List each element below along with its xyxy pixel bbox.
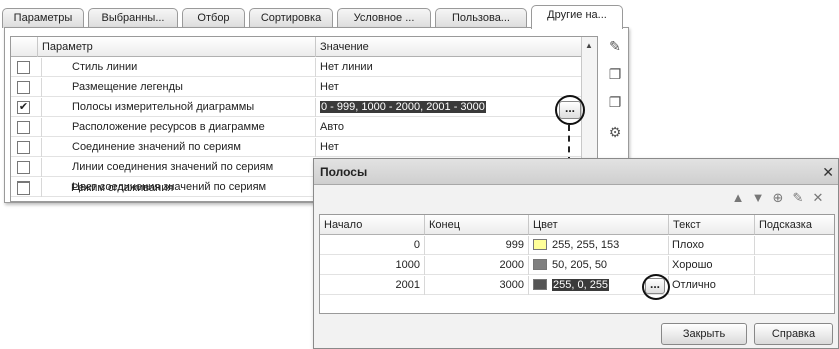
cell-text[interactable]: Плохо — [669, 236, 755, 255]
color-swatch — [533, 239, 547, 250]
cell-text[interactable]: Отлично — [669, 276, 755, 295]
param-value[interactable]: 0 - 999, 1000 - 2000, 2001 - 3000 — [315, 98, 581, 117]
row-checkbox[interactable] — [17, 121, 30, 134]
cell-end[interactable]: 3000 — [425, 276, 529, 295]
highlight-circle — [642, 274, 670, 300]
param-name: Размещение легенды — [41, 78, 315, 97]
selected-value-text: 0 - 999, 1000 - 2000, 2001 - 3000 — [320, 101, 486, 113]
close-button[interactable]: Закрыть — [661, 323, 747, 345]
settings-tabs: Параметры Выбранны... Отбор Сортировка У… — [0, 4, 640, 29]
tab-parameters[interactable]: Параметры — [2, 8, 84, 28]
move-up-icon[interactable]: ▲ — [728, 190, 748, 205]
column-text[interactable]: Текст — [669, 215, 755, 235]
row-checkbox[interactable] — [17, 182, 30, 195]
cell-text[interactable]: Хорошо — [669, 256, 755, 275]
grid-header: Параметр Значение — [11, 37, 597, 57]
param-value[interactable]: Нет линии — [315, 58, 581, 77]
row-checkbox[interactable]: ✔ — [17, 101, 30, 114]
color-swatch — [533, 259, 547, 270]
bands-dialog: Полосы ✕ ▲ ▼ ⊕ ✎ ✕ Начало Конец Цвет Текст П… — [313, 158, 839, 349]
table-row[interactable]: ✔ Полосы измерительной диаграммы 0 - 999… — [11, 98, 581, 117]
table-row[interactable]: Режим сглаживания — [11, 178, 311, 198]
pencil-icon[interactable]: ✎ — [788, 190, 808, 206]
bands-grid: Начало Конец Цвет Текст Подсказка 0 999 … — [319, 214, 835, 314]
dialog-titlebar: Полосы ✕ — [314, 159, 838, 185]
table-row[interactable]: Расположение ресурсов в диаграмме Авто — [11, 118, 581, 137]
table-row[interactable]: Стиль линии Нет линии — [11, 58, 581, 77]
param-value[interactable]: Авто — [315, 118, 581, 137]
scroll-up-icon[interactable]: ▲ — [585, 41, 593, 50]
cell-hint[interactable] — [755, 236, 834, 255]
row-checkbox[interactable] — [17, 81, 30, 94]
color-swatch — [533, 279, 547, 290]
column-parameter[interactable]: Параметр — [37, 37, 315, 57]
dialog-toolbar: ▲ ▼ ⊕ ✎ ✕ — [728, 190, 828, 208]
param-value[interactable]: Нет — [315, 78, 581, 97]
tab-sort[interactable]: Сортировка — [249, 8, 333, 28]
column-value[interactable]: Значение — [315, 37, 575, 57]
tab-conditional[interactable]: Условное ... — [337, 8, 431, 28]
cell-color[interactable]: 50, 205, 50 — [529, 256, 669, 275]
cell-start[interactable]: 0 — [320, 236, 425, 255]
param-name: Линии соединения значений по сериям — [41, 158, 315, 177]
tab-other[interactable]: Другие на... — [531, 5, 623, 29]
highlight-circle — [555, 95, 585, 125]
settings-icon[interactable]: ⚙ — [606, 124, 624, 142]
tab-user[interactable]: Пользова... — [435, 8, 527, 28]
color-value: 255, 0, 255 — [552, 279, 610, 291]
delete-icon[interactable]: ✕ — [808, 190, 828, 206]
row-checkbox[interactable] — [17, 161, 30, 174]
param-name: Полосы измерительной диаграммы — [41, 98, 315, 117]
param-name: Стиль линии — [41, 58, 315, 77]
cell-start[interactable]: 2001 — [320, 276, 425, 295]
close-icon[interactable]: ✕ — [822, 159, 834, 185]
pencil-icon[interactable]: ✎ — [606, 38, 624, 56]
paste-icon[interactable]: ❐ — [606, 94, 624, 112]
table-row[interactable]: 0 999 255, 255, 153 Плохо — [320, 236, 834, 255]
row-checkbox[interactable] — [17, 61, 30, 74]
table-row[interactable]: 2001 3000 255, 0, 255 Отлично — [320, 276, 834, 295]
help-button[interactable]: Справка — [754, 323, 833, 345]
column-color[interactable]: Цвет — [529, 215, 669, 235]
row-checkbox[interactable] — [17, 141, 30, 154]
cell-end[interactable]: 999 — [425, 236, 529, 255]
tab-filter[interactable]: Отбор — [182, 8, 245, 28]
column-hint[interactable]: Подсказка — [755, 215, 834, 235]
color-value: 255, 255, 153 — [552, 239, 620, 251]
param-name: Расположение ресурсов в диаграмме — [41, 118, 315, 137]
param-name: Соединение значений по сериям — [41, 138, 315, 157]
table-row[interactable]: 1000 2000 50, 205, 50 Хорошо — [320, 256, 834, 275]
cell-end[interactable]: 2000 — [425, 256, 529, 275]
add-icon[interactable]: ⊕ — [768, 190, 788, 206]
color-value: 50, 205, 50 — [552, 259, 608, 271]
column-start[interactable]: Начало — [320, 215, 425, 235]
cell-hint[interactable] — [755, 256, 834, 275]
cell-hint[interactable] — [755, 276, 834, 295]
column-end[interactable]: Конец — [425, 215, 529, 235]
dialog-title: Полосы — [320, 165, 368, 179]
table-row[interactable]: Размещение легенды Нет — [11, 78, 581, 97]
copy-icon[interactable]: ❐ — [606, 66, 624, 84]
move-down-icon[interactable]: ▼ — [748, 190, 768, 205]
cell-start[interactable]: 1000 — [320, 256, 425, 275]
table-row[interactable]: Соединение значений по сериям Нет — [11, 138, 581, 157]
tab-selected[interactable]: Выбранны... — [88, 8, 178, 28]
param-value[interactable]: Нет — [315, 138, 581, 157]
param-name: Режим сглаживания — [71, 182, 174, 194]
cell-color[interactable]: 255, 255, 153 — [529, 236, 669, 255]
